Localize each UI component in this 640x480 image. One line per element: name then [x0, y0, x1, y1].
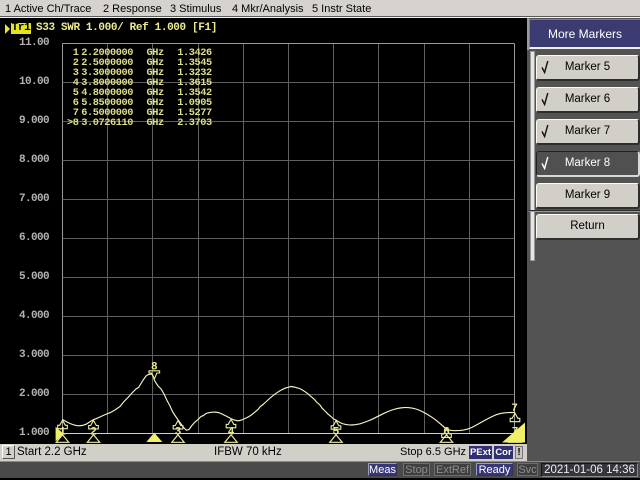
svg-text:8: 8: [151, 362, 158, 374]
svg-text:7: 7: [511, 403, 518, 415]
